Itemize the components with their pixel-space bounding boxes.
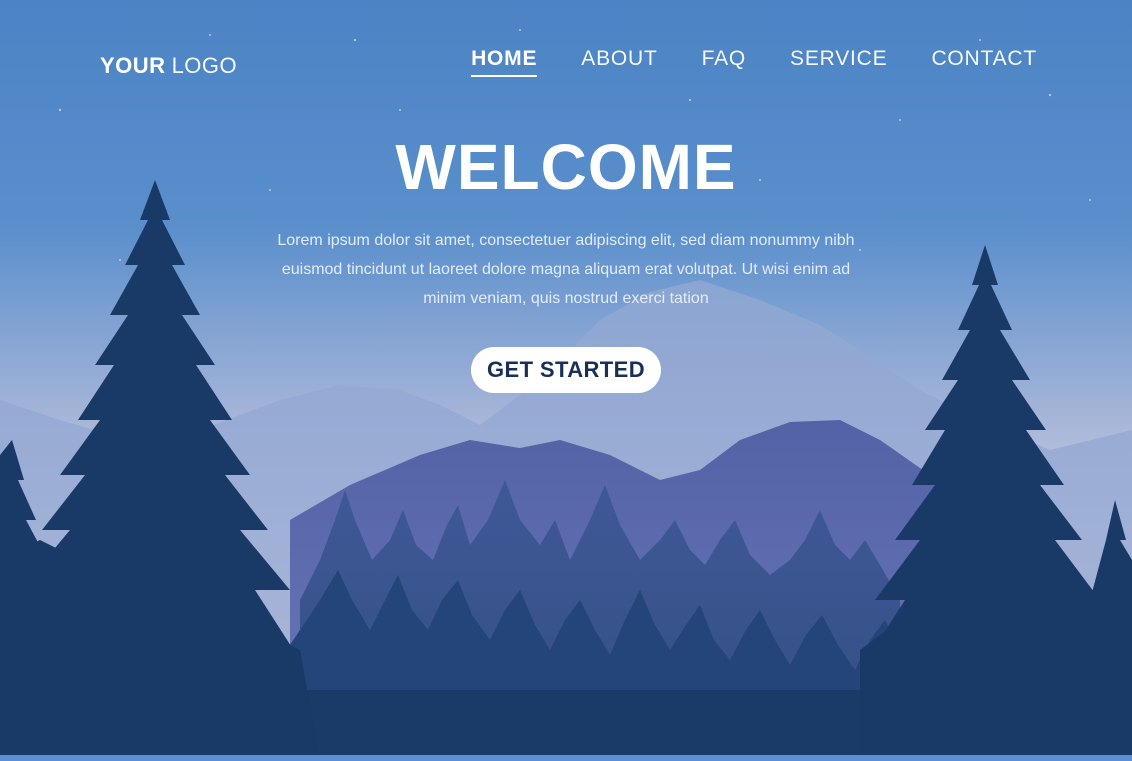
nav-links: HOME ABOUT FAQ SERVICE CONTACT (471, 47, 1037, 77)
nav-about[interactable]: ABOUT (581, 47, 657, 75)
logo[interactable]: YOUR LOGO (100, 53, 237, 79)
hero-section: WELCOME Lorem ipsum dolor sit amet, cons… (0, 125, 1132, 393)
nav-contact[interactable]: CONTACT (931, 47, 1037, 75)
logo-primary: YOUR (100, 53, 166, 78)
nav-faq[interactable]: FAQ (702, 47, 746, 75)
logo-secondary: LOGO (171, 53, 238, 78)
nav-service[interactable]: SERVICE (790, 47, 887, 75)
hero-description: Lorem ipsum dolor sit amet, consectetuer… (277, 232, 855, 307)
get-started-button[interactable]: GET STARTED (471, 347, 661, 393)
nav-home[interactable]: HOME (471, 47, 538, 77)
navbar: YOUR LOGO HOME ABOUT FAQ SERVICE CONTACT (0, 0, 1132, 100)
landing-page: YOUR LOGO HOME ABOUT FAQ SERVICE CONTACT … (0, 0, 1132, 761)
hero-title: WELCOME (395, 131, 737, 203)
